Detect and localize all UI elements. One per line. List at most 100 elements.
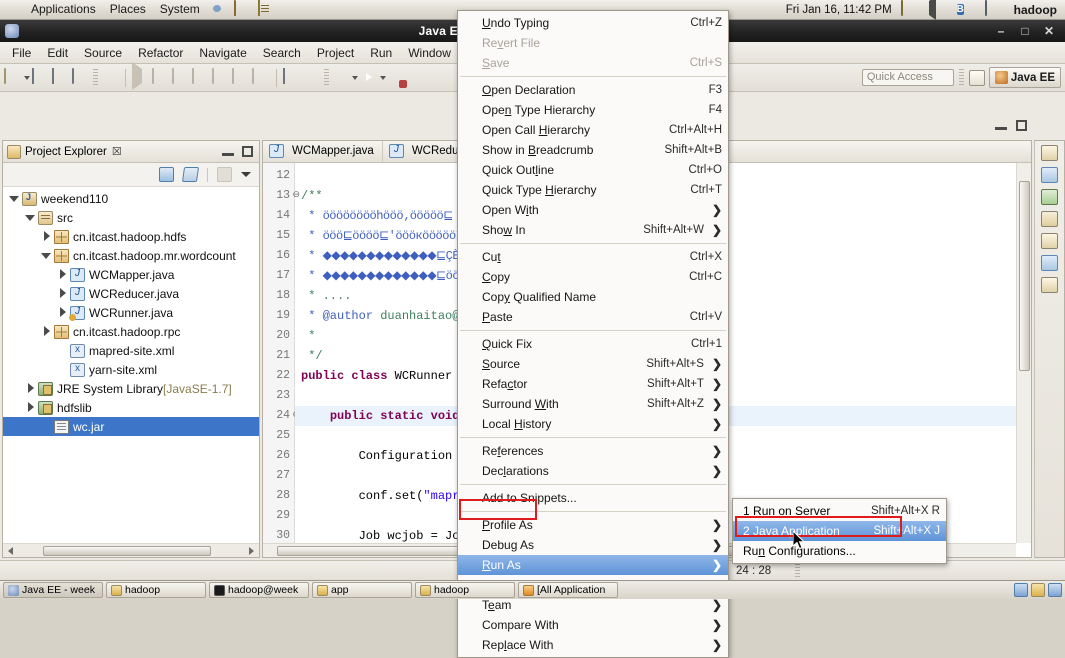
menu-file[interactable]: File (4, 44, 39, 62)
submenu-item-run-configurations[interactable]: Run Configurations... (733, 541, 946, 561)
scroll-thumb[interactable] (1019, 181, 1030, 371)
submenu-item-2-java-application[interactable]: 2 Java Application Shift+Alt+X J (733, 521, 946, 541)
search-icon[interactable] (303, 69, 321, 87)
open-perspective-icon[interactable] (968, 69, 985, 86)
panel-user-menu[interactable]: hadoop (1010, 3, 1065, 17)
menu-navigate[interactable]: Navigate (191, 44, 254, 62)
menu-item-quick-type-hierarchy[interactable]: Quick Type Hierarchy Ctrl+T (458, 180, 728, 200)
close-button[interactable]: ✕ (1042, 22, 1056, 40)
tree-item[interactable]: hdfslib (3, 398, 259, 417)
maximize-view-icon[interactable] (242, 146, 253, 157)
menu-item-cut[interactable]: Cut Ctrl+X (458, 247, 728, 267)
menu-run[interactable]: Run (362, 44, 400, 62)
outline-view-icon[interactable] (1041, 145, 1058, 161)
tree-item[interactable]: yarn-site.xml (3, 360, 259, 379)
snippets-view-icon[interactable] (1041, 211, 1058, 227)
twisty-icon[interactable] (25, 402, 36, 413)
twisty-icon[interactable] (57, 269, 68, 280)
tree-item[interactable]: WCRunner.java (3, 303, 259, 322)
menu-item-show-in-breadcrumb[interactable]: Show in Breadcrumb Shift+Alt+B (458, 140, 728, 160)
twisty-icon[interactable] (41, 231, 52, 242)
display-icon[interactable] (984, 0, 1003, 19)
menu-item-refactor[interactable]: Refactor Shift+Alt+T ❯ (458, 374, 728, 394)
editor-tab-wcmapper[interactable]: WCMapper.java (263, 141, 383, 162)
taskbar-window-button[interactable]: hadoop@week (209, 582, 309, 598)
menu-item-quick-outline[interactable]: Quick Outline Ctrl+O (458, 160, 728, 180)
menu-item-quick-fix[interactable]: Quick Fix Ctrl+1 (458, 334, 728, 354)
new-dropdown-icon[interactable] (24, 75, 30, 80)
taskbar-window-button[interactable]: [All Application (518, 582, 618, 598)
minimize-view-icon[interactable] (222, 146, 234, 156)
run-icon[interactable] (360, 69, 378, 87)
project-explorer-hscrollbar[interactable] (3, 543, 259, 557)
menu-item-declarations[interactable]: Declarations ❯ (458, 461, 728, 481)
twisty-icon[interactable] (57, 288, 68, 299)
menu-item-references[interactable]: References ❯ (458, 441, 728, 461)
menu-item-profile-as[interactable]: Profile As ❯ (458, 515, 728, 535)
tree-item[interactable]: weekend110 (3, 189, 259, 208)
tree-item[interactable]: mapred-site.xml (3, 341, 259, 360)
perspective-java-ee-button[interactable]: Java EE (988, 67, 1061, 88)
tree-item[interactable]: cn.itcast.hadoop.hdfs (3, 227, 259, 246)
tree-item[interactable]: WCMapper.java (3, 265, 259, 284)
debug-icon[interactable] (388, 69, 406, 87)
menu-item-debug-as[interactable]: Debug As ❯ (458, 535, 728, 555)
close-icon[interactable]: ☒ (112, 145, 122, 158)
palette-view-icon[interactable] (1041, 233, 1058, 249)
properties-view-icon[interactable] (1041, 255, 1058, 271)
save-icon[interactable] (32, 67, 50, 87)
menu-item-undo-typing[interactable]: Undo Typing Ctrl+Z (458, 13, 728, 33)
external-tools-dropdown-icon[interactable] (352, 75, 358, 80)
toolbar-grip-2[interactable] (324, 68, 329, 87)
minimize-button[interactable]: – (994, 22, 1008, 40)
menu-item-open-type-hierarchy[interactable]: Open Type Hierarchy F4 (458, 100, 728, 120)
menu-item-open-declaration[interactable]: Open Declaration F3 (458, 80, 728, 100)
open-type-icon[interactable] (283, 67, 301, 87)
notepad-icon[interactable] (257, 0, 276, 19)
taskbar-window-button[interactable]: app (312, 582, 412, 598)
twisty-icon[interactable] (57, 307, 68, 318)
toolbar-grip-3[interactable] (958, 68, 964, 87)
twisty-icon[interactable] (25, 383, 36, 394)
menu-source[interactable]: Source (76, 44, 130, 62)
menu-item-add-to-snippets[interactable]: Add to Snippets... (458, 488, 728, 508)
taskbar-window-button[interactable]: hadoop (415, 582, 515, 598)
menu-item-copy-qualified-name[interactable]: Copy Qualified Name (458, 287, 728, 307)
tree-item[interactable]: JRE System Library [JavaSE-1.7] (3, 379, 259, 398)
new-icon[interactable] (4, 67, 22, 87)
menu-project[interactable]: Project (309, 44, 362, 62)
tree-item[interactable]: cn.itcast.hadoop.rpc (3, 322, 259, 341)
editor-vscrollbar[interactable] (1016, 163, 1031, 543)
menu-item-source[interactable]: Source Shift+Alt+S ❯ (458, 354, 728, 374)
menu-item-replace-with[interactable]: Replace With ❯ (458, 635, 728, 655)
menu-item-open-with[interactable]: Open With ❯ (458, 200, 728, 220)
menu-item-paste[interactable]: Paste Ctrl+V (458, 307, 728, 327)
menu-item-open-call-hierarchy[interactable]: Open Call Hierarchy Ctrl+Alt+H (458, 120, 728, 140)
menu-item-show-in[interactable]: Show In Shift+Alt+W ❯ (458, 220, 728, 240)
scroll-thumb[interactable] (43, 546, 211, 556)
quick-fix-pen-icon[interactable] (101, 69, 119, 87)
firefox-icon[interactable] (210, 1, 228, 19)
panel-clock[interactable]: Fri Jan 16, 11:42 PM (780, 4, 898, 16)
menu-item-compare-with[interactable]: Compare With ❯ (458, 615, 728, 635)
data-source-view-icon[interactable] (1041, 189, 1058, 205)
taskbar-tray-icon-3[interactable] (1048, 583, 1062, 597)
panel-menu-applications[interactable]: Applications (24, 0, 103, 19)
run-dropdown-icon[interactable] (380, 75, 386, 80)
taskbar-tray-icon-1[interactable] (1014, 583, 1028, 597)
maximize-button[interactable]: □ (1018, 22, 1032, 40)
panel-menu-system[interactable]: System (153, 0, 207, 19)
menu-refactor[interactable]: Refactor (130, 44, 191, 62)
external-tools-icon[interactable] (332, 69, 350, 87)
tree-item[interactable]: wc.jar (3, 417, 259, 436)
tree-item[interactable]: WCReducer.java (3, 284, 259, 303)
menu-item-copy[interactable]: Copy Ctrl+C (458, 267, 728, 287)
menu-edit[interactable]: Edit (39, 44, 76, 62)
bluetooth-icon[interactable]: B (956, 1, 975, 19)
twisty-icon[interactable] (25, 212, 36, 223)
volume-icon[interactable] (928, 0, 947, 20)
menu-item-local-history[interactable]: Local History ❯ (458, 414, 728, 434)
menu-item-surround-with[interactable]: Surround With Shift+Alt+Z ❯ (458, 394, 728, 414)
print-icon[interactable] (72, 67, 90, 87)
twisty-icon[interactable] (41, 326, 52, 337)
